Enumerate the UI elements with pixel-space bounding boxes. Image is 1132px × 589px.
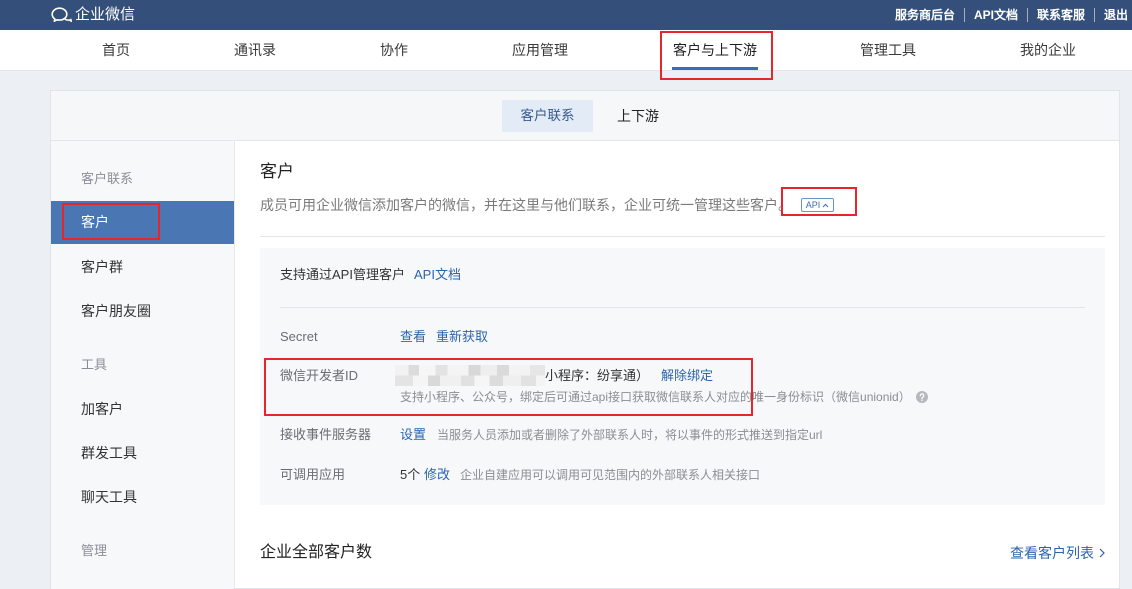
- question-circle-icon[interactable]: [916, 391, 928, 403]
- chevron-up-icon: [822, 203, 829, 208]
- subtab-customer-contact[interactable]: 客户联系: [502, 100, 593, 132]
- bound-app-name: 小程序：纷享通）: [545, 368, 650, 383]
- sub-tab-bar: 客户联系 上下游: [51, 91, 1119, 141]
- event-server-row: 接收事件服务器 设置 当服务人员添加或者删除了外部联系人时，将以事件的形式推送到…: [260, 426, 1105, 444]
- main-nav: 首页 通讯录 协作 应用管理 客户与上下游 管理工具 我的企业: [0, 30, 1132, 71]
- provider-console-link[interactable]: 服务商后台: [886, 8, 964, 22]
- sidebar-section-tools: 工具: [81, 357, 108, 372]
- regenerate-secret-link[interactable]: 重新获取: [436, 328, 488, 346]
- nav-item-my-enterprise[interactable]: 我的企业: [988, 30, 1108, 70]
- chevron-right-icon: [1099, 548, 1105, 558]
- developer-id-hint: 支持小程序、公众号，绑定后可通过api接口获取微信联系人对应的唯一身份标识（微信…: [400, 390, 911, 404]
- logo[interactable]: 企业微信: [50, 0, 135, 30]
- page-title: 客户: [260, 162, 294, 181]
- unbind-link[interactable]: 解除绑定: [661, 367, 713, 385]
- developer-id-label: 微信开发者ID: [280, 368, 359, 383]
- api-badge-label: API: [805, 200, 821, 210]
- callable-apps-count: 5个: [400, 467, 421, 482]
- sidebar: 客户联系 客户 客户群 客户朋友圈 工具 加客户 群发工具 聊天工具 管理: [51, 141, 235, 589]
- api-doc-link[interactable]: API文档: [414, 266, 461, 284]
- nav-item-collaboration[interactable]: 协作: [334, 30, 454, 70]
- nav-item-app-management[interactable]: 应用管理: [480, 30, 600, 70]
- wecom-logo-icon: [50, 6, 73, 25]
- sidebar-item-customers[interactable]: 客户: [51, 201, 234, 244]
- sidebar-item-broadcast-tools[interactable]: 群发工具: [51, 431, 234, 475]
- total-customers-heading: 企业全部客户数: [260, 544, 373, 561]
- view-customer-list-link[interactable]: 查看客户列表: [1010, 544, 1105, 562]
- nav-item-contacts[interactable]: 通讯录: [195, 30, 315, 70]
- sidebar-section-customer-contact: 客户联系: [81, 171, 134, 186]
- nav-item-home[interactable]: 首页: [56, 30, 176, 70]
- redacted-developer-id: [395, 365, 545, 386]
- sidebar-item-customer-groups[interactable]: 客户群: [51, 245, 234, 289]
- developer-id-hint-row: 支持小程序、公众号，绑定后可通过api接口获取微信联系人对应的唯一身份标识（微信…: [400, 388, 960, 406]
- contact-support-link[interactable]: 联系客服: [1026, 8, 1094, 22]
- nav-item-customers-partners[interactable]: 客户与上下游: [655, 30, 775, 70]
- api-panel-divider: [280, 307, 1085, 308]
- event-server-setup-link[interactable]: 设置: [400, 426, 426, 444]
- secret-row: Secret 查看 重新获取: [260, 328, 1105, 346]
- page-description: 成员可用企业微信添加客户的微信，并在这里与他们联系，企业可统一管理这些客户。: [260, 197, 792, 213]
- section-divider: [260, 236, 1105, 237]
- subtab-upstream-downstream[interactable]: 上下游: [598, 100, 678, 132]
- sidebar-item-add-customer[interactable]: 加客户: [51, 387, 234, 431]
- top-links: 服务商后台 API文档 联系客服 退出: [886, 0, 1132, 30]
- view-customer-list-label: 查看客户列表: [1010, 545, 1094, 561]
- api-heading-row: 支持通过API管理客户 API文档: [260, 266, 1105, 284]
- logo-text: 企业微信: [75, 6, 136, 23]
- callable-apps-label: 可调用应用: [280, 467, 346, 482]
- api-settings-panel: 支持通过API管理客户 API文档 Secret 查看 重新获取 微信开发者ID…: [260, 248, 1105, 505]
- sidebar-item-chat-tools[interactable]: 聊天工具: [51, 475, 234, 519]
- api-badge-toggle[interactable]: API: [801, 198, 834, 212]
- callable-apps-hint: 企业自建应用可以调用可见范围内的外部联系人相关接口: [460, 468, 761, 482]
- event-server-hint: 当服务人员添加或者删除了外部联系人时，将以事件的形式推送到指定url: [437, 428, 823, 442]
- developer-id-row: 微信开发者ID 小程序：纷享通） 解除绑定: [260, 367, 1105, 385]
- api-docs-link[interactable]: API文档: [963, 8, 1027, 22]
- api-heading: 支持通过API管理客户: [280, 267, 405, 282]
- callable-apps-edit-link[interactable]: 修改: [424, 466, 450, 484]
- event-server-label: 接收事件服务器: [280, 427, 372, 442]
- nav-active-indicator: [672, 67, 758, 70]
- nav-item-management-tools[interactable]: 管理工具: [828, 30, 948, 70]
- secret-label: Secret: [280, 329, 318, 344]
- top-bar: 企业微信 服务商后台 API文档 联系客服 退出: [0, 0, 1132, 30]
- sidebar-section-management: 管理: [81, 543, 108, 558]
- callable-apps-row: 可调用应用 5个 修改 企业自建应用可以调用可见范围内的外部联系人相关接口: [260, 466, 1105, 484]
- view-secret-link[interactable]: 查看: [400, 328, 426, 346]
- logout-link[interactable]: 退出: [1093, 8, 1132, 22]
- sidebar-item-moments[interactable]: 客户朋友圈: [51, 289, 234, 333]
